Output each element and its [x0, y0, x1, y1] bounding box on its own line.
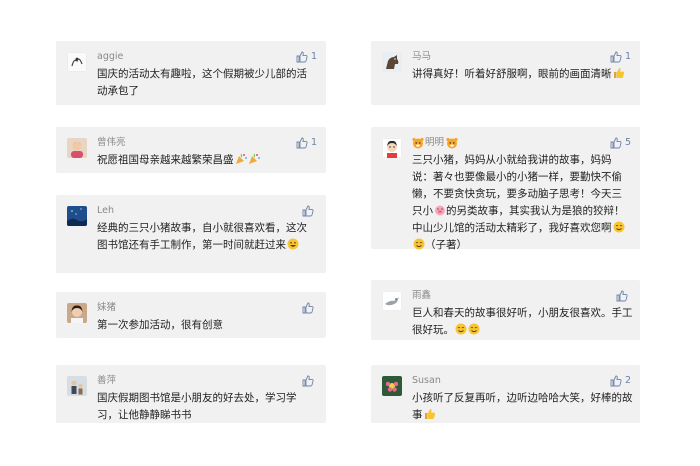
- avatar[interactable]: [67, 376, 87, 396]
- thumbs-up-emoji-icon: [424, 408, 436, 420]
- comment-card-zengweiliang: 曾伟亮 1 祝愿祖国母亲越来越繁荣昌盛: [56, 127, 326, 173]
- comment-card-leh: Leh 经典的三只小猪故事，自小就很喜欢看，这次图书馆还有手工制作，第一时间就赶…: [56, 195, 326, 273]
- commenter-name[interactable]: 雨鑫: [412, 290, 431, 302]
- like-button[interactable]: 1: [610, 51, 631, 63]
- thumbs-up-icon: [302, 205, 314, 217]
- commenter-name[interactable]: 善萍: [97, 375, 116, 387]
- thumbs-up-icon: [302, 375, 314, 387]
- like-count: 5: [624, 137, 631, 148]
- pig-face-icon: [434, 204, 446, 216]
- smile-face-icon: [468, 323, 480, 335]
- like-count: 1: [624, 51, 631, 62]
- grin-face-icon: [287, 238, 299, 250]
- comment-card-meizhu: 妹猪 第一次参加活动，很有创意: [56, 292, 326, 338]
- party-popper-icon: [248, 153, 260, 165]
- commenter-name[interactable]: 曾伟亮: [97, 137, 126, 149]
- comment-text: 巨人和春天的故事很好听，小朋友很喜欢。手工很好玩。: [412, 307, 633, 336]
- like-count: 1: [310, 51, 317, 62]
- commenter-name[interactable]: 明明: [412, 137, 458, 149]
- like-button[interactable]: 1: [296, 51, 317, 63]
- party-popper-icon: [235, 153, 247, 165]
- comment-text: 国庆假期图书馆是小朋友的好去处，学习学习，让他静静睇书书: [97, 392, 297, 421]
- like-button[interactable]: 5: [610, 137, 631, 149]
- comment-card-mingming: 明明 5 三只小猪，妈妈从小就给我讲的故事，妈妈说：著々也要像最小的小猪一样，要…: [371, 127, 640, 251]
- avatar[interactable]: [67, 303, 87, 323]
- avatar[interactable]: [67, 52, 87, 72]
- thumbs-up-icon: [302, 302, 314, 314]
- thumbs-up-icon: [616, 290, 628, 302]
- thumbs-up-emoji-icon: [613, 67, 625, 79]
- smile-face-icon: [455, 323, 467, 335]
- like-button[interactable]: [302, 302, 317, 314]
- comment-card-yuxin: 雨鑫 巨人和春天的故事很好听，小朋友很喜欢。手工很好玩。: [371, 280, 640, 340]
- avatar[interactable]: [382, 376, 402, 396]
- commenter-name[interactable]: aggie: [97, 51, 123, 63]
- avatar[interactable]: [382, 52, 402, 72]
- comment-text: 国庆的活动太有趣啦，这个假期被少儿部的活动承包了: [97, 68, 307, 97]
- commenter-name[interactable]: 马马: [412, 51, 431, 63]
- avatar[interactable]: [67, 138, 87, 158]
- avatar[interactable]: [382, 138, 402, 158]
- like-button[interactable]: [302, 375, 317, 387]
- thumbs-up-icon: [296, 51, 308, 63]
- like-count: 1: [310, 137, 317, 148]
- like-button[interactable]: [616, 290, 631, 302]
- thumbs-up-icon: [610, 51, 622, 63]
- smile-face-icon: [413, 238, 425, 250]
- comment-card-mama: 马马 1 讲得真好！听着好舒服啊，眼前的画面清晰: [371, 41, 640, 105]
- like-button[interactable]: 1: [296, 137, 317, 149]
- avatar[interactable]: [382, 291, 402, 311]
- comment-text: 三只小猪，妈妈从小就给我讲的故事，妈妈说：著々也要像最小的小猪一样，要勤快不偷懒…: [412, 154, 625, 251]
- comment-card-susan: Susan 2 小孩听了反复再听，边听边哈哈大笑，好棒的故事: [371, 365, 640, 423]
- comment-text: 小孩听了反复再听，边听边哈哈大笑，好棒的故事: [412, 392, 633, 421]
- thumbs-up-icon: [610, 137, 622, 149]
- tiger-face-icon: [412, 137, 424, 149]
- smile-face-icon: [613, 221, 625, 233]
- commenter-name[interactable]: Leh: [97, 205, 114, 217]
- comment-text: 第一次参加活动，很有创意: [97, 319, 223, 331]
- thumbs-up-icon: [610, 375, 622, 387]
- commenter-name[interactable]: 妹猪: [97, 302, 116, 314]
- tiger-face-icon: [446, 137, 458, 149]
- thumbs-up-icon: [296, 137, 308, 149]
- comment-card-shanping: 善萍 国庆假期图书馆是小朋友的好去处，学习学习，让他静静睇书书: [56, 365, 326, 423]
- avatar[interactable]: [67, 206, 87, 226]
- like-count: 2: [624, 375, 631, 386]
- comment-text: 讲得真好！听着好舒服啊，眼前的画面清晰: [412, 66, 632, 83]
- like-button[interactable]: 2: [610, 375, 631, 387]
- comment-text: 祝愿祖国母亲越来越繁荣昌盛: [97, 152, 322, 169]
- comment-text: 经典的三只小猪故事，自小就很喜欢看，这次图书馆还有手工制作，第一时间就赶过来: [97, 222, 307, 251]
- comment-card-aggie: aggie 1 国庆的活动太有趣啦，这个假期被少儿部的活动承包了: [56, 41, 326, 105]
- commenter-name[interactable]: Susan: [412, 375, 441, 387]
- like-button[interactable]: [302, 205, 317, 217]
